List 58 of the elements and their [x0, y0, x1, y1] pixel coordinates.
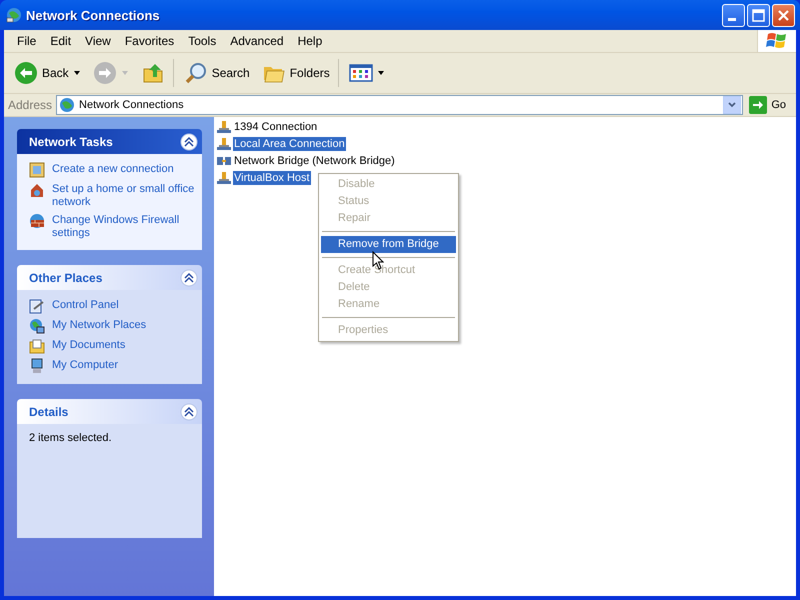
network-adapter-icon — [216, 136, 232, 152]
control-panel-icon — [29, 298, 45, 314]
caret-icon — [72, 69, 81, 77]
task-link[interactable]: Set up a home or small office network — [52, 183, 196, 209]
address-field[interactable]: Network Connections — [56, 95, 744, 115]
connection-item[interactable]: VirtualBox Host — [233, 170, 311, 184]
context-menu-item[interactable]: Remove from Bridge — [321, 236, 456, 253]
address-label: Address — [8, 98, 52, 112]
panel-header[interactable]: Details — [17, 399, 202, 424]
maximize-button[interactable] — [747, 4, 770, 26]
dropdown-button[interactable] — [723, 96, 742, 114]
computer-icon — [29, 358, 45, 374]
task-link[interactable]: My Network Places — [52, 319, 146, 332]
network-globe-icon — [6, 7, 22, 23]
house-icon — [29, 182, 45, 198]
network-globe-icon — [29, 318, 45, 334]
collapse-icon[interactable] — [180, 268, 198, 286]
go-button[interactable]: Go — [747, 96, 792, 114]
connection-wizard-icon — [29, 162, 45, 178]
menu-item[interactable]: Help — [290, 34, 330, 48]
back-button[interactable]: Back — [10, 59, 85, 87]
window-title: Network Connections — [26, 8, 161, 22]
search-button[interactable]: Search — [180, 59, 254, 87]
chevron-down-icon — [727, 100, 738, 110]
menu-item[interactable]: Favorites — [118, 34, 182, 48]
documents-folder-icon — [29, 338, 45, 354]
task-link[interactable]: Control Panel — [52, 299, 119, 312]
network-adapter-icon — [216, 118, 232, 134]
close-icon — [778, 9, 790, 21]
details-text: 2 items selected. — [29, 432, 113, 446]
menu-item[interactable]: File — [10, 34, 44, 48]
task-link[interactable]: Create a new connection — [52, 163, 174, 176]
network-globe-icon — [59, 97, 76, 113]
collapse-icon[interactable] — [180, 132, 198, 150]
network-adapter-icon — [216, 170, 232, 186]
maximize-icon — [752, 8, 765, 22]
task-link[interactable]: Change Windows Firewall settings — [52, 214, 196, 240]
menu-item[interactable]: Advanced — [223, 34, 291, 48]
menu-item[interactable]: Edit — [43, 34, 78, 48]
connection-item[interactable]: 1394 Connection — [233, 120, 318, 134]
panel-header[interactable]: Other Places — [17, 265, 202, 290]
menu-item[interactable]: Tools — [181, 34, 224, 48]
folder-up-icon — [140, 61, 165, 85]
firewall-icon — [29, 213, 45, 229]
folders-button[interactable]: Folders — [258, 59, 339, 87]
connection-item[interactable]: Network Bridge (Network Bridge) — [233, 154, 396, 168]
minimize-icon — [728, 18, 736, 20]
search-icon — [184, 61, 208, 85]
minimize-button[interactable] — [722, 4, 745, 26]
panel-header[interactable]: Network Tasks — [17, 129, 202, 154]
connection-item[interactable]: Local Area Connection — [233, 136, 346, 150]
caret-icon — [120, 69, 129, 77]
task-link[interactable]: My Computer — [52, 359, 118, 372]
caret-icon — [376, 69, 385, 77]
menu-item[interactable]: View — [78, 34, 118, 48]
task-link[interactable]: My Documents — [52, 339, 126, 352]
close-button[interactable] — [772, 4, 795, 26]
collapse-icon[interactable] — [180, 402, 198, 420]
